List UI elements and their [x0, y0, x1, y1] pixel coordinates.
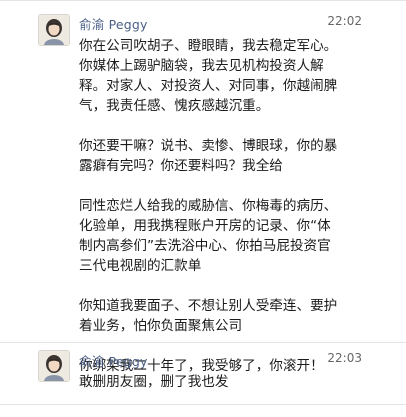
text-line: 同性恋烂人给我的威胁信、你梅毒的病历、 — [79, 198, 338, 214]
text-line: 你知道我要面子、不想让别人受牵连、要护 — [79, 298, 338, 314]
bottom-divider — [0, 404, 406, 405]
text-line: 你在公司吹胡子、瞪眼睛，我去稳定军心。 — [79, 38, 338, 54]
text-line: 三代电视剧的汇款单 — [79, 258, 202, 274]
message-body: 敢删朋友圈，删了我也发 — [79, 372, 369, 392]
text-line: 你媒体上踢驴脑袋，我去见机构投资人解 — [79, 58, 324, 74]
sender-name[interactable]: 俞渝 Peggy — [79, 14, 148, 33]
top-divider — [0, 0, 406, 1]
text-line: 气，我责任感、愧疚感越沉重。 — [79, 98, 270, 114]
user-avatar-portrait-icon — [39, 351, 69, 381]
sender-name[interactable]: 俞渝 Peggy — [79, 351, 148, 370]
text-line: 着业务，怕你负面聚焦公司 — [79, 318, 243, 334]
text-line: 化验单，用我携程账户开房的记录、你“体 — [79, 218, 331, 234]
text-line: 露癖有完吗？你还要料吗？我全给 — [79, 158, 283, 174]
message-feed: 俞渝 Peggy 22:02 你在公司吹胡子、瞪眼睛，我去稳定军心。 你媒体上踢… — [0, 0, 406, 417]
message-paragraph: 敢删朋友圈，删了我也发 — [79, 372, 369, 392]
message-time: 22:03 — [327, 351, 362, 365]
message-divider — [0, 342, 406, 343]
avatar[interactable] — [38, 14, 70, 46]
message-paragraph: 你在公司吹胡子、瞪眼睛，我去稳定军心。 你媒体上踢驴脑袋，我去见机构投资人解 释… — [79, 36, 369, 116]
text-line: 释。对家人、对投资人、对同事，你越闹脾 — [79, 78, 338, 94]
message-paragraph: 同性恋烂人给我的威胁信、你梅毒的病历、 化验单，用我携程账户开房的记录、你“体 … — [79, 196, 369, 276]
message-body: 你在公司吹胡子、瞪眼睛，我去稳定军心。 你媒体上踢驴脑袋，我去见机构投资人解 释… — [79, 36, 369, 376]
message-paragraph: 你还要干嘛？说书、卖惨、博眼球，你的暴 露癖有完吗？你还要料吗？我全给 — [79, 136, 369, 176]
text-line: 你还要干嘛？说书、卖惨、博眼球，你的暴 — [79, 138, 338, 154]
text-line: 制内高参们”去洗浴中心、你拍马屁投资官 — [79, 238, 331, 254]
user-avatar-portrait-icon — [39, 15, 69, 45]
text-line: 敢删朋友圈，删了我也发 — [79, 374, 229, 390]
message-time: 22:02 — [327, 14, 362, 28]
message-paragraph: 你知道我要面子、不想让别人受牵连、要护 着业务，怕你负面聚焦公司 — [79, 296, 369, 336]
avatar[interactable] — [38, 350, 70, 382]
